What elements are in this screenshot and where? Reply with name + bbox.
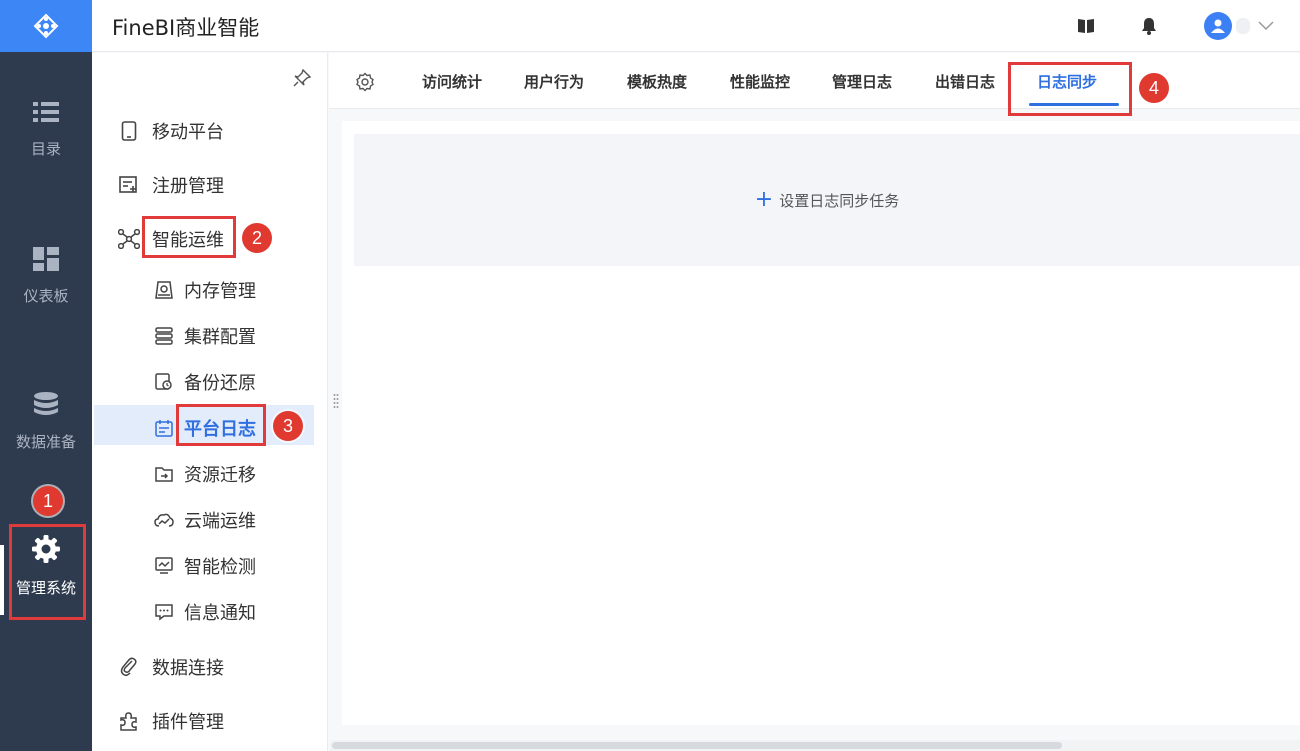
sidebar-subitem-migrate[interactable]: 资源迁移 (154, 461, 256, 487)
sidebar-item-register[interactable]: 注册管理 (118, 172, 224, 198)
horizontal-scrollbar[interactable] (330, 740, 1300, 751)
sidebar-item-label: 云端运维 (184, 511, 256, 532)
register-icon (118, 174, 140, 196)
sidebar-subitem-notify[interactable]: 信息通知 (154, 599, 256, 625)
log-icon (154, 418, 174, 438)
sidebar-subitem-memory[interactable]: 内存管理 (154, 277, 256, 303)
cloud-icon (154, 510, 174, 530)
highlight-log-sync-tab (1008, 62, 1132, 116)
link-icon (118, 656, 140, 678)
user-avatar[interactable] (1204, 12, 1232, 40)
sidebar-item-label: 信息通知 (184, 603, 256, 624)
sidebar-item-label: 智能检测 (184, 557, 256, 578)
sidebar-item-label: 内存管理 (184, 281, 256, 302)
logo-icon (33, 13, 59, 39)
main-rail: 目录 仪表板 数据准备 管理系统 (0, 0, 92, 751)
bell-icon (1142, 18, 1156, 35)
sidebar-item-label: 移动平台 (152, 122, 224, 143)
memory-icon (154, 280, 174, 300)
step-badge-4: 4 (1139, 73, 1169, 103)
settings-icon (356, 72, 374, 92)
tab-template-heat[interactable]: 模板热度 (627, 71, 687, 92)
notification-button[interactable] (1139, 16, 1159, 36)
rail-item-dashboard[interactable]: 仪表板 (0, 247, 92, 306)
sidebar-item-label: 注册管理 (152, 176, 224, 197)
admin-sidebar: 移动平台 注册管理 智能运维 内存管理 集群配置 备份还原 平台日志 资源迁移 … (92, 53, 328, 751)
database-icon (34, 392, 58, 415)
add-sync-task-button[interactable]: + 设置日志同步任务 (755, 189, 899, 211)
sidebar-item-label: 集群配置 (184, 327, 256, 348)
sidebar-item-data-connect[interactable]: 数据连接 (118, 654, 224, 680)
rail-item-catalog[interactable]: 目录 (0, 100, 92, 159)
dashboard-icon (33, 247, 59, 271)
plus-icon: + (754, 187, 774, 212)
user-name-redacted (1236, 18, 1250, 34)
chevron-down-icon (1258, 21, 1274, 31)
tab-error-log[interactable]: 出错日志 (935, 71, 995, 92)
plugin-icon (118, 710, 140, 732)
sidebar-item-mobile[interactable]: 移动平台 (118, 118, 224, 144)
book-icon (1078, 19, 1094, 33)
tab-admin-log[interactable]: 管理日志 (832, 71, 892, 92)
sidebar-item-label: 数据连接 (152, 658, 224, 679)
tab-settings-button[interactable] (355, 72, 375, 96)
rail-item-label: 目录 (30, 140, 61, 158)
sidebar-subitem-smart-detect[interactable]: 智能检测 (154, 553, 256, 579)
message-icon (154, 602, 174, 622)
user-menu-toggle[interactable] (1256, 16, 1276, 36)
sidebar-item-plugin[interactable]: 插件管理 (118, 708, 224, 734)
tab-access-stats[interactable]: 访问统计 (422, 71, 482, 92)
step-badge-2: 2 (242, 223, 272, 253)
rail-item-data-prep[interactable]: 数据准备 (0, 391, 92, 452)
sync-task-panel: + 设置日志同步任务 (354, 134, 1300, 266)
monitor-icon (154, 556, 174, 576)
app-logo[interactable] (0, 0, 92, 52)
pin-sidebar-button[interactable] (292, 68, 312, 92)
sidebar-subitem-cluster[interactable]: 集群配置 (154, 323, 256, 349)
migrate-icon (154, 464, 174, 484)
user-icon (1211, 19, 1225, 33)
rail-item-label: 仪表板 (23, 287, 69, 305)
highlight-admin-rail (9, 524, 86, 620)
sidebar-item-label: 资源迁移 (184, 465, 256, 486)
rail-item-label: 数据准备 (15, 433, 76, 451)
pin-icon (293, 68, 312, 87)
step-badge-3: 3 (273, 411, 303, 441)
sidebar-subitem-cloud-ops[interactable]: 云端运维 (154, 507, 256, 533)
mobile-icon (118, 120, 140, 142)
app-title: FineBI商业智能 (112, 16, 260, 40)
sidebar-subitem-backup[interactable]: 备份还原 (154, 369, 256, 395)
step-badge-1: 1 (33, 486, 63, 516)
backup-icon (154, 372, 174, 392)
help-doc-button[interactable] (1076, 16, 1096, 36)
add-sync-task-label: 设置日志同步任务 (779, 191, 900, 210)
tab-user-behavior[interactable]: 用户行为 (524, 71, 584, 92)
cluster-icon (154, 326, 174, 346)
list-icon (33, 102, 59, 122)
ops-icon (118, 228, 140, 250)
top-header: FineBI商业智能 (92, 0, 1300, 52)
highlight-platform-log (176, 404, 266, 446)
main-content: + 设置日志同步任务 (342, 121, 1300, 725)
highlight-smart-ops (142, 216, 236, 258)
resize-handle[interactable] (333, 393, 339, 411)
sidebar-item-label: 备份还原 (184, 373, 256, 394)
tab-performance[interactable]: 性能监控 (730, 71, 790, 92)
scrollbar-thumb[interactable] (332, 742, 1062, 749)
sidebar-item-label: 插件管理 (152, 712, 224, 733)
